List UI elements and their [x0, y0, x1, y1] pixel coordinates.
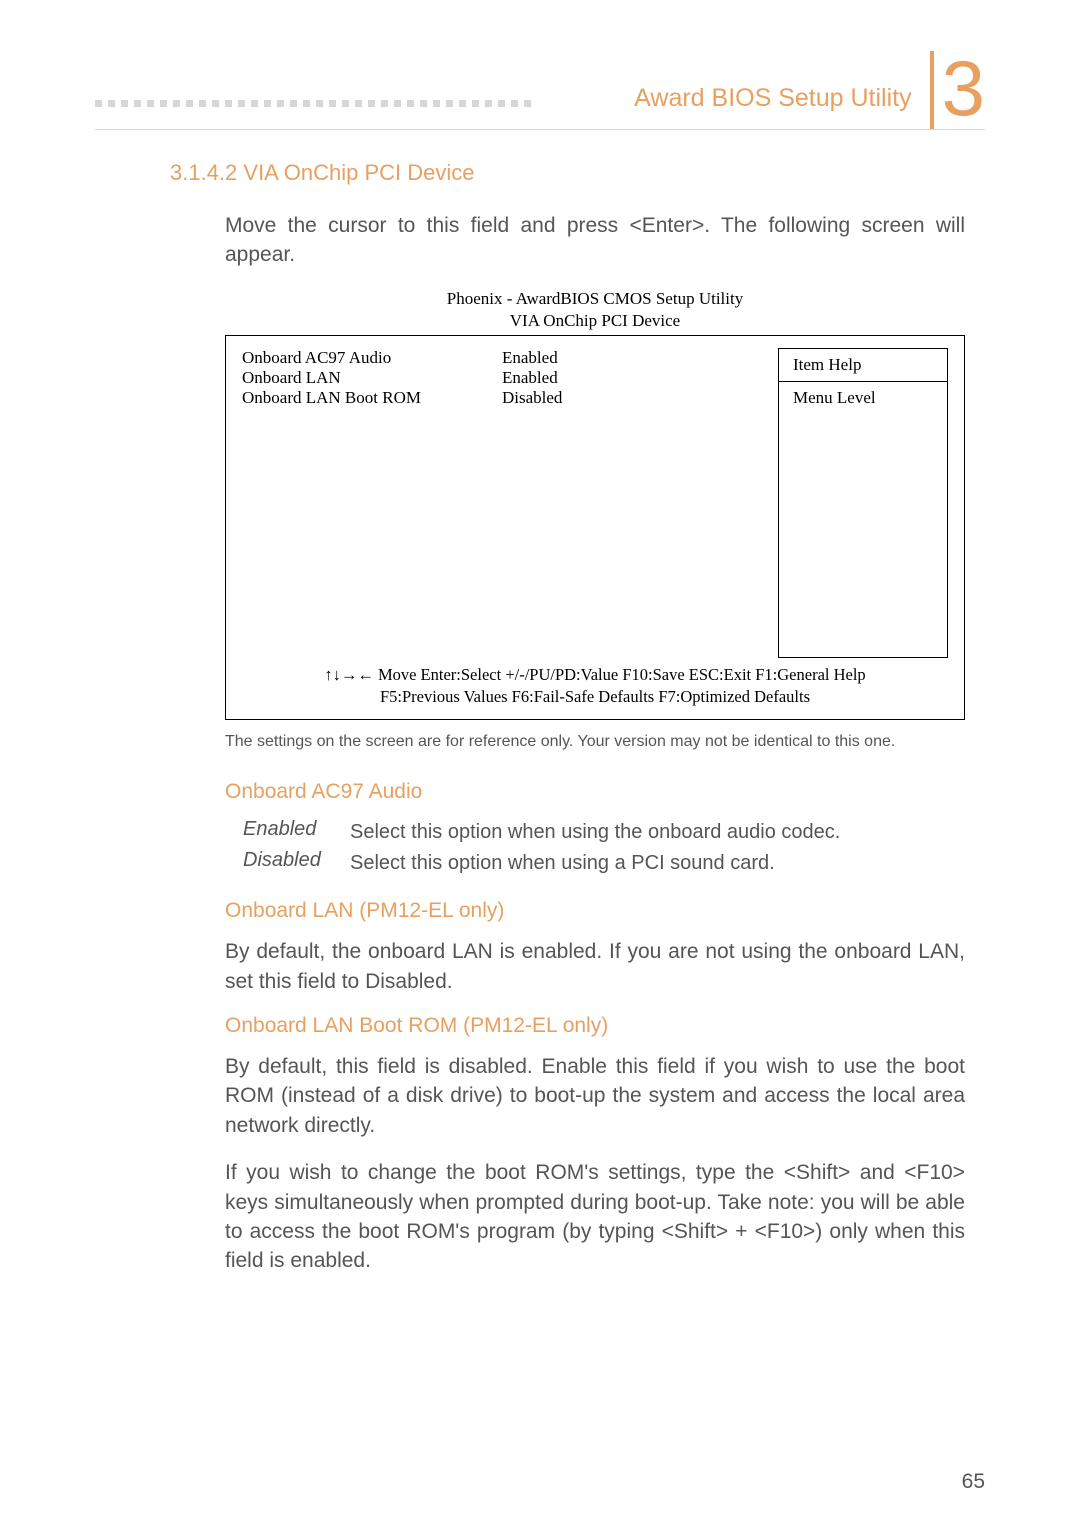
bios-help-panel: Item Help Menu Level [778, 348, 948, 658]
lan-boot-rom-paragraph-1: By default, this field is disabled. Enab… [225, 1052, 965, 1140]
subheading-ac97: Onboard AC97 Audio [225, 780, 985, 804]
page-number: 65 [962, 1470, 985, 1494]
bios-screenshot: Phoenix - AwardBIOS CMOS Setup Utility V… [225, 288, 965, 720]
definition-row: Disabled Select this option when using a… [225, 849, 965, 877]
definition-list: Enabled Select this option when using th… [225, 818, 965, 877]
bios-caption: The settings on the screen are for refer… [225, 732, 965, 753]
bios-title: Phoenix - AwardBIOS CMOS Setup Utility V… [225, 288, 965, 332]
definition-term: Disabled [225, 849, 350, 877]
lan-boot-rom-paragraph-2: If you wish to change the boot ROM's set… [225, 1158, 965, 1276]
bios-footer-line1: ↑↓→← Move Enter:Select +/-/PU/PD:Value F… [242, 664, 948, 686]
bios-footer: ↑↓→← Move Enter:Select +/-/PU/PD:Value F… [242, 664, 948, 709]
chapter-header: Award BIOS Setup Utility 3 [95, 40, 985, 130]
decorative-dots [95, 100, 531, 107]
definition-desc: Select this option when using the onboar… [350, 818, 965, 846]
bios-setting-value: Enabled [502, 368, 612, 388]
section-heading: 3.1.4.2 VIA OnChip PCI Device [170, 160, 985, 186]
bios-row: Onboard LAN Enabled [242, 368, 758, 388]
bios-row: Onboard LAN Boot ROM Disabled [242, 388, 758, 408]
bios-title-line2: VIA OnChip PCI Device [510, 311, 680, 330]
bios-menu-level: Menu Level [779, 382, 947, 414]
subheading-lan-boot-rom: Onboard LAN Boot ROM (PM12-EL only) [225, 1014, 985, 1038]
chapter-number: 3 [942, 49, 985, 127]
definition-row: Enabled Select this option when using th… [225, 818, 965, 846]
bios-setting-value: Disabled [502, 388, 612, 408]
intro-paragraph: Move the cursor to this field and press … [225, 211, 965, 270]
onboard-lan-paragraph: By default, the onboard LAN is enabled. … [225, 937, 965, 996]
definition-term: Enabled [225, 818, 350, 846]
bios-setting-label: Onboard LAN Boot ROM [242, 388, 502, 408]
bios-settings-panel: Onboard AC97 Audio Enabled Onboard LAN E… [242, 348, 778, 658]
chapter-number-box: 3 [930, 51, 985, 129]
bios-setting-value: Enabled [502, 348, 612, 368]
definition-desc: Select this option when using a PCI soun… [350, 849, 965, 877]
bios-row: Onboard AC97 Audio Enabled [242, 348, 758, 368]
bios-setting-label: Onboard LAN [242, 368, 502, 388]
chapter-title: Award BIOS Setup Utility [634, 84, 911, 113]
bios-setting-label: Onboard AC97 Audio [242, 348, 502, 368]
subheading-onboard-lan: Onboard LAN (PM12-EL only) [225, 899, 985, 923]
bios-footer-line2: F5:Previous Values F6:Fail-Safe Defaults… [242, 686, 948, 708]
bios-title-line1: Phoenix - AwardBIOS CMOS Setup Utility [447, 289, 743, 308]
bios-box: Onboard AC97 Audio Enabled Onboard LAN E… [225, 335, 965, 720]
bios-help-title: Item Help [779, 349, 947, 382]
